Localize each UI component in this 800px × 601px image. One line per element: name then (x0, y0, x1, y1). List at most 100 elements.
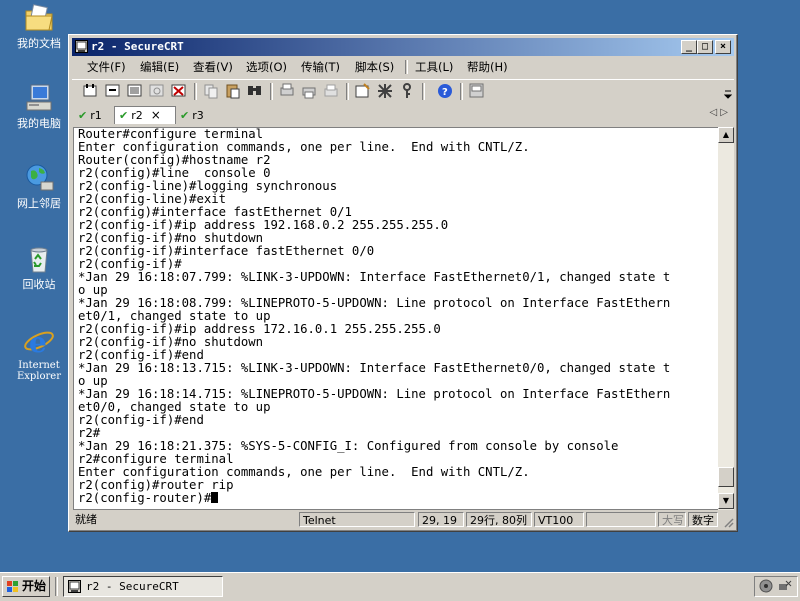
minimize-button[interactable]: _ (681, 40, 697, 54)
desktop-icon-label: Internet Explorer (16, 360, 62, 382)
terminal-line: r2(config-if)#no shutdown (78, 335, 264, 349)
connected-check-icon: ✔ (78, 109, 88, 122)
terminal-line: r2# (78, 426, 101, 440)
menu-bar: 文件(F) 编辑(E) 查看(V) 选项(O) 传输(T) 脚本(S) 工具(L… (72, 57, 734, 77)
windows-flag-icon (7, 581, 18, 592)
log-session-icon[interactable] (468, 82, 486, 100)
scroll-down-icon[interactable]: ▼ (718, 493, 734, 509)
reconnect-icon[interactable] (148, 82, 166, 100)
terminal-line: o up (78, 283, 108, 297)
terminal-line: r2(config-if)#ip address 172.16.0.1 255.… (78, 322, 441, 336)
terminal-line: et0/1, changed state to up (78, 309, 271, 323)
desktop-icon-internet-explorer[interactable]: e Internet Explorer (6, 325, 72, 382)
toolbar-separator (460, 83, 463, 100)
terminal-line: r2(config-if)#ip address 192.168.0.2 255… (78, 218, 449, 232)
desktop-icon-my-documents[interactable]: 我的文档 (6, 2, 72, 51)
taskbar-item-label: r2 - SecureCRT (86, 580, 179, 593)
close-button[interactable]: × (715, 40, 731, 54)
terminal-line: Enter configuration commands, one per li… (78, 465, 530, 479)
tab-label: r2 (131, 109, 143, 122)
tab-close-icon[interactable]: × (151, 108, 161, 122)
global-options-icon[interactable] (376, 82, 394, 100)
menu-script[interactable]: 脚本(S) (355, 60, 394, 74)
desktop-icon-label: 网上邻居 (17, 197, 61, 210)
taskbar-item-securecrt[interactable]: r2 - SecureCRT (63, 576, 223, 597)
menu-edit[interactable]: 编辑(E) (140, 60, 179, 74)
terminal-line: r2(config)#interface fastEthernet 0/1 (78, 205, 352, 219)
tray-sound-icon[interactable] (759, 579, 774, 594)
paste-icon[interactable] (224, 82, 242, 100)
print-selection-icon[interactable] (300, 82, 318, 100)
print-setup-icon[interactable] (278, 82, 296, 100)
terminal-line: Enter configuration commands, one per li… (78, 140, 530, 154)
menu-view[interactable]: 查看(V) (193, 60, 233, 74)
menu-help[interactable]: 帮助(H) (467, 60, 508, 74)
svg-text:?: ? (442, 87, 448, 98)
status-bar: 就绪 Telnet 29, 19 29行, 80列 VT100 大写 数字 (72, 512, 734, 528)
terminal-line: r2(config-if)#end (78, 348, 204, 362)
start-button[interactable]: 开始 (2, 576, 50, 597)
tab-label: r3 (192, 109, 204, 122)
connect-in-tab-icon[interactable] (126, 82, 144, 100)
status-size: 29行, 80列 (466, 512, 532, 527)
recycle-bin-icon (30, 247, 48, 273)
terminal-lines: Router#configure terminal Enter configur… (78, 127, 670, 492)
help-icon[interactable]: ? (436, 82, 454, 100)
status-num: 数字 (688, 512, 718, 527)
taskbar: 开始 r2 - SecureCRT (0, 572, 800, 601)
quick-connect-icon[interactable] (104, 82, 122, 100)
menu-transfer[interactable]: 传输(T) (301, 60, 340, 74)
window-titlebar[interactable]: r2 - SecureCRT _ □ × (72, 38, 734, 56)
vertical-scrollbar[interactable]: ▲ ▼ (718, 127, 734, 510)
securecrt-app-icon (75, 40, 88, 53)
terminal-line: r2(config-if)#interface fastEthernet 0/0 (78, 244, 375, 258)
connected-check-icon: ✔ (180, 109, 190, 122)
tab-r3[interactable]: ✔ r3 (180, 107, 216, 124)
scroll-up-icon[interactable]: ▲ (718, 127, 734, 143)
session-options-icon[interactable] (354, 82, 372, 100)
tab-r2[interactable]: ✔ r2 × (114, 106, 176, 124)
text-cursor (211, 492, 219, 503)
desktop-icon-recycle-bin[interactable]: 回收站 (6, 243, 72, 292)
svg-text:e: e (29, 326, 47, 357)
status-cursor-pos: 29, 19 (418, 512, 464, 527)
terminal-line: *Jan 29 16:18:14.715: %LINEPROTO-5-UPDOW… (78, 387, 671, 401)
print-icon[interactable] (322, 82, 340, 100)
maximize-button[interactable]: □ (697, 40, 713, 54)
internet-explorer-icon: e (24, 326, 54, 357)
menu-file[interactable]: 文件(F) (87, 60, 126, 74)
terminal-line: Router(config)#hostname r2 (78, 153, 271, 167)
desktop-icon-my-computer[interactable]: 我的电脑 (6, 82, 72, 131)
keymap-icon[interactable] (398, 82, 416, 100)
session-tab-bar: ✔ r1 ✔ r2 × ✔ r3 ◁ ▷ (72, 105, 734, 125)
disconnect-icon[interactable] (170, 82, 188, 100)
tab-r1[interactable]: ✔ r1 (78, 107, 114, 124)
terminal-line: r2(config-if)# (78, 257, 182, 271)
terminal-line: r2(config-if)#no shutdown (78, 231, 264, 245)
taskbar-divider (55, 577, 58, 596)
find-icon[interactable] (246, 82, 264, 100)
terminal-line: et0/0, changed state to up (78, 400, 271, 414)
resize-grip-icon[interactable] (722, 516, 734, 528)
terminal-line: r2(config-if)#end (78, 413, 204, 427)
status-protocol: Telnet (299, 512, 415, 527)
toolbar-separator (346, 83, 349, 100)
terminal-line: *Jan 29 16:18:21.375: %SYS-5-CONFIG_I: C… (78, 439, 619, 453)
terminal-prompt: r2(config-router)# (78, 491, 212, 505)
status-blank (586, 512, 656, 527)
connect-icon[interactable] (82, 82, 100, 100)
terminal-line: *Jan 29 16:18:13.715: %LINK-3-UPDOWN: In… (78, 361, 671, 375)
tray-network-icon[interactable] (778, 579, 793, 594)
scroll-thumb[interactable] (718, 467, 734, 487)
toolbar-overflow-icon[interactable] (724, 90, 732, 100)
terminal-view[interactable]: Router#configure terminal Enter configur… (73, 127, 719, 510)
status-ready: 就绪 (75, 513, 97, 526)
menu-separator (405, 60, 408, 74)
desktop-icon-network[interactable]: 网上邻居 (6, 162, 72, 211)
copy-icon[interactable] (202, 82, 220, 100)
system-tray (754, 576, 798, 597)
menu-options[interactable]: 选项(O) (246, 60, 287, 74)
tab-scroll-arrows-icon[interactable]: ◁ ▷ (709, 107, 728, 118)
menu-tools[interactable]: 工具(L) (415, 60, 453, 74)
terminal-output: Router#configure terminal Enter configur… (78, 128, 670, 505)
